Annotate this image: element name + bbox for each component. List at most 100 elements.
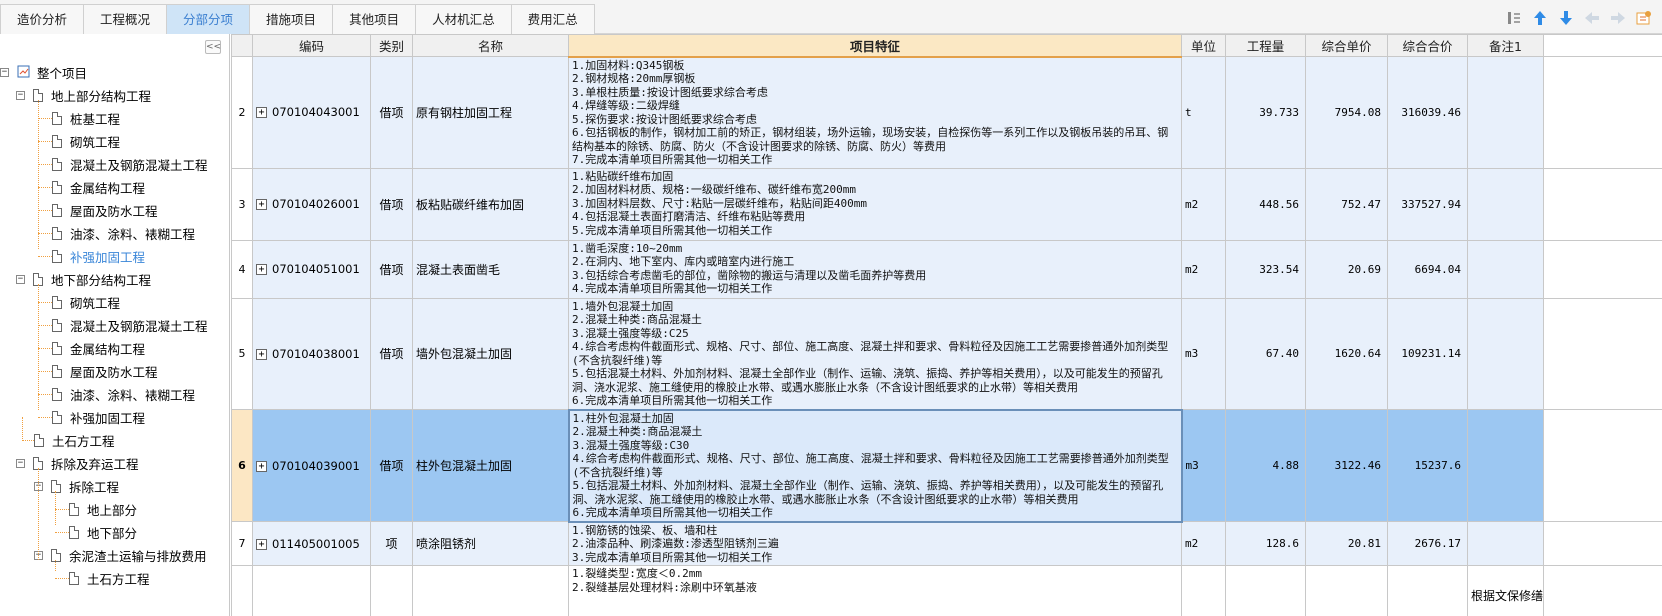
tab-1[interactable]: 工程概况 (83, 4, 168, 34)
total-price-cell[interactable]: 15237.6 (1387, 409, 1468, 522)
move-down-icon[interactable] (1556, 8, 1576, 28)
code-cell[interactable]: +070104043001 (252, 56, 371, 169)
tree-node-below-5[interactable]: 补强加固工程 (52, 406, 145, 428)
remark-cell[interactable] (1467, 521, 1544, 566)
unit-cell[interactable]: m2 (1181, 167, 1226, 241)
row-number[interactable]: 7 (231, 521, 253, 566)
tab-4[interactable]: 其他项目 (332, 4, 417, 34)
table-row[interactable]: 5 +070104038001 借项 墙外包混凝土加固 1.墙外包混凝土加固 2.混凝土种… (231, 297, 1662, 410)
row-number[interactable]: 3 (231, 167, 253, 241)
expand-icon[interactable]: + (256, 460, 267, 472)
type-header[interactable]: 类别 (370, 34, 413, 57)
tree-node-demolition[interactable]: − 拆除及弃运工程 (16, 452, 139, 474)
unit-cell[interactable]: m3 (1181, 297, 1226, 410)
code-cell[interactable]: +070104039001 (252, 409, 371, 522)
expand-icon[interactable]: + (256, 264, 267, 275)
name-cell[interactable]: 墙外包混凝土加固 (412, 297, 569, 410)
quantity-cell[interactable]: 67.40 (1225, 297, 1306, 410)
unit-price-header[interactable]: 综合单价 (1305, 34, 1388, 57)
unit-price-cell[interactable]: 7954.08 (1305, 56, 1388, 169)
name-cell[interactable]: 原有钢柱加固工程 (412, 56, 569, 169)
tab-6[interactable]: 费用汇总 (510, 4, 595, 34)
tree-node-above-3[interactable]: 金属结构工程 (52, 176, 145, 198)
tree-node-demo-part-1[interactable]: 地下部分 (69, 521, 137, 543)
unit-cell[interactable]: m2 (1181, 239, 1226, 299)
tree-node-below-2[interactable]: 金属结构工程 (52, 337, 145, 359)
quantity-cell[interactable] (1225, 565, 1306, 616)
unit-price-cell[interactable]: 752.47 (1305, 167, 1388, 241)
tab-0[interactable]: 造价分析 (0, 4, 85, 34)
collapse-node-icon[interactable]: − (16, 90, 25, 100)
tree-node-above-1[interactable]: 砌筑工程 (52, 130, 120, 152)
quantity-header[interactable]: 工程量 (1225, 34, 1306, 57)
tree-node-above-0[interactable]: 桩基工程 (52, 107, 120, 129)
table-row[interactable]: 7 +011405001005 项喷涂阻锈剂 1.钢筋锈的蚀梁、板、墙和柱 2.油漆品种… (231, 521, 1662, 566)
unit-header[interactable]: 单位 (1181, 34, 1226, 57)
move-up-icon[interactable] (1530, 8, 1550, 28)
tree-node-below-0[interactable]: 砌筑工程 (52, 291, 120, 313)
tree-node-muck-0[interactable]: 土石方工程 (69, 567, 150, 589)
collapse-node-icon[interactable]: − (16, 274, 25, 284)
row-number[interactable] (231, 565, 253, 616)
remark-cell[interactable] (1467, 167, 1544, 241)
total-price-cell[interactable]: 2676.17 (1387, 521, 1468, 566)
move-left-icon[interactable] (1582, 8, 1602, 28)
total-price-cell[interactable]: 109231.14 (1387, 297, 1468, 410)
remark-cell[interactable]: 根据文保修缮 (1467, 565, 1544, 616)
tree-node-below-1[interactable]: 混凝土及钢筋混凝土工程 (52, 314, 208, 336)
tree-node-below-ground[interactable]: − 地下部分结构工程 (16, 268, 151, 290)
total-price-cell[interactable] (1387, 565, 1468, 616)
name-cell[interactable]: 板粘贴碳纤维布加固 (412, 167, 569, 241)
row-number[interactable]: 4 (231, 239, 253, 299)
tree-node-root[interactable]: − 整个项目 (0, 61, 87, 83)
table-row[interactable]: 4 +070104051001 借项 混凝土表面凿毛 1.凿毛深度:10~20mm 2.在… (231, 239, 1662, 299)
unit-price-cell[interactable] (1305, 565, 1388, 616)
expand-icon[interactable]: + (256, 348, 267, 360)
code-cell[interactable]: +011405001005 (252, 521, 371, 566)
feature-cell[interactable]: 1.裂缝类型:宽度＜0.2mm 2.裂缝基层处理材料:涂刷中环氧基液 (568, 565, 1182, 616)
name-cell[interactable]: 混凝土表面凿毛 (412, 239, 569, 299)
remark-cell[interactable] (1467, 56, 1544, 169)
unit-cell[interactable]: m3 (1181, 409, 1226, 522)
quantity-cell[interactable]: 448.56 (1225, 167, 1306, 241)
total-price-header[interactable]: 综合合价 (1387, 34, 1468, 57)
tree-node-below-4[interactable]: 油漆、涂料、裱糊工程 (52, 383, 195, 405)
feature-header[interactable]: 项目特征 (568, 34, 1182, 58)
quantity-cell[interactable]: 323.54 (1225, 239, 1306, 299)
feature-cell[interactable]: 1.钢筋锈的蚀梁、板、墙和柱 2.油漆品种、刷漆遍数:渗透型阻锈剂三遍 3.完成本清… (568, 521, 1182, 566)
tree-node-muck-transport[interactable]: − 余泥渣土运输与排放费用 (34, 544, 207, 566)
tab-5[interactable]: 人材机汇总 (415, 4, 512, 34)
feature-cell[interactable]: 1.墙外包混凝土加固 2.混凝土种类:商品混凝土 3.混凝土强度等级:C25 4.综合… (568, 297, 1182, 410)
total-price-cell[interactable]: 337527.94 (1387, 167, 1468, 241)
type-cell[interactable]: 项 (370, 521, 413, 566)
type-cell[interactable]: 借项 (370, 409, 413, 522)
quantity-cell[interactable]: 128.6 (1225, 521, 1306, 566)
remark-cell[interactable] (1467, 239, 1544, 299)
type-cell[interactable] (370, 565, 413, 616)
row-number[interactable]: 2 (231, 56, 253, 169)
table-row[interactable]: 3 +070104026001 借项 板粘贴碳纤维布加固 1.粘贴碳纤维布加固 2.加固材… (231, 167, 1662, 241)
tree-node-earthwork[interactable]: 土石方工程 (34, 429, 115, 451)
code-cell[interactable]: +070104038001 (252, 297, 371, 410)
unit-price-cell[interactable]: 3122.46 (1305, 409, 1388, 522)
total-price-cell[interactable]: 316039.46 (1387, 56, 1468, 169)
reorder-icon[interactable] (1504, 8, 1524, 28)
table-row[interactable]: 1.裂缝类型:宽度＜0.2mm 2.裂缝基层处理材料:涂刷中环氧基液 根据文保修缮 (231, 565, 1662, 616)
feature-cell[interactable]: 1.凿毛深度:10~20mm 2.在洞内、地下室内、库内或暗室内进行施工 3.包括综… (568, 239, 1182, 299)
unit-price-cell[interactable]: 1620.64 (1305, 297, 1388, 410)
table-row[interactable]: 6 +070104039001 借项 柱外包混凝土加固 1.柱外包混凝土加固 2.混凝土种… (231, 408, 1662, 523)
type-cell[interactable]: 借项 (370, 297, 413, 410)
name-header[interactable]: 名称 (412, 34, 569, 57)
tree-node-above-5[interactable]: 油漆、涂料、裱糊工程 (52, 222, 195, 244)
name-cell[interactable]: 喷涂阻锈剂 (412, 521, 569, 566)
remark-cell[interactable] (1467, 297, 1544, 410)
unit-cell[interactable]: m2 (1181, 521, 1226, 566)
remark-cell[interactable] (1467, 409, 1544, 522)
unit-cell[interactable] (1181, 565, 1226, 616)
tab-3[interactable]: 措施项目 (249, 4, 334, 34)
feature-cell[interactable]: 1.粘贴碳纤维布加固 2.加固材料材质、规格:一级碳纤维布、碳纤维布宽200mm 3… (568, 167, 1182, 241)
feature-cell[interactable]: 1.加固材料:Q345钢板 2.钢材规格:20mm厚钢板 3.单根柱质量:按设计图纸… (568, 56, 1182, 169)
move-right-icon[interactable] (1608, 8, 1628, 28)
unit-cell[interactable]: t (1181, 56, 1226, 169)
quantity-cell[interactable]: 39.733 (1225, 56, 1306, 169)
